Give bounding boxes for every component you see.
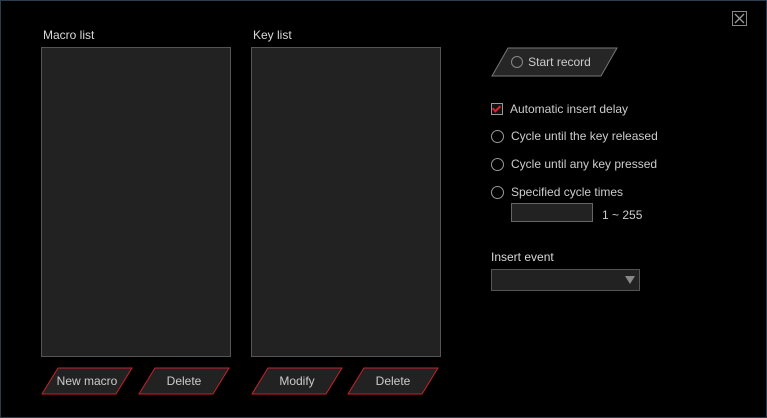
- delete-macro-button[interactable]: Delete: [138, 367, 230, 395]
- macro-dialog: Macro list Key list New macro Delete Mod…: [0, 0, 767, 418]
- cycle-range-label: 1 ~ 255: [602, 208, 643, 222]
- close-icon: [734, 13, 745, 24]
- modify-key-button[interactable]: Modify: [251, 367, 343, 395]
- radio-icon: [491, 129, 504, 143]
- cycle-release-label: Cycle until the key released: [511, 129, 658, 143]
- radio-icon: [491, 157, 504, 171]
- cycle-release-radio[interactable]: Cycle until the key released: [491, 129, 658, 143]
- macro-list-label: Macro list: [43, 28, 95, 42]
- chevron-down-icon: [625, 276, 635, 284]
- key-list[interactable]: [251, 47, 441, 357]
- delete-key-button[interactable]: Delete: [347, 367, 439, 395]
- specified-cycle-label: Specified cycle times: [511, 185, 624, 199]
- start-record-label: Start record: [528, 55, 591, 69]
- start-record-button[interactable]: Start record: [491, 47, 618, 77]
- delete-key-label: Delete: [375, 374, 411, 388]
- insert-event-label: Insert event: [491, 250, 554, 264]
- modify-key-label: Modify: [279, 374, 315, 388]
- radio-icon: [491, 185, 504, 199]
- cycle-any-label: Cycle until any key pressed: [511, 157, 658, 171]
- new-macro-label: New macro: [56, 374, 118, 388]
- key-list-label: Key list: [253, 28, 292, 42]
- auto-delay-checkbox[interactable]: Automatic insert delay: [491, 102, 628, 116]
- macro-list[interactable]: [41, 47, 231, 357]
- new-macro-button[interactable]: New macro: [41, 367, 133, 395]
- close-button[interactable]: [732, 11, 747, 26]
- cycle-times-input[interactable]: [511, 203, 593, 222]
- cycle-any-radio[interactable]: Cycle until any key pressed: [491, 157, 657, 171]
- insert-event-select[interactable]: [491, 269, 640, 291]
- delete-macro-label: Delete: [166, 374, 202, 388]
- checkbox-checked-icon: [491, 103, 503, 115]
- specified-cycle-radio[interactable]: Specified cycle times: [491, 185, 623, 199]
- auto-delay-label: Automatic insert delay: [510, 102, 629, 116]
